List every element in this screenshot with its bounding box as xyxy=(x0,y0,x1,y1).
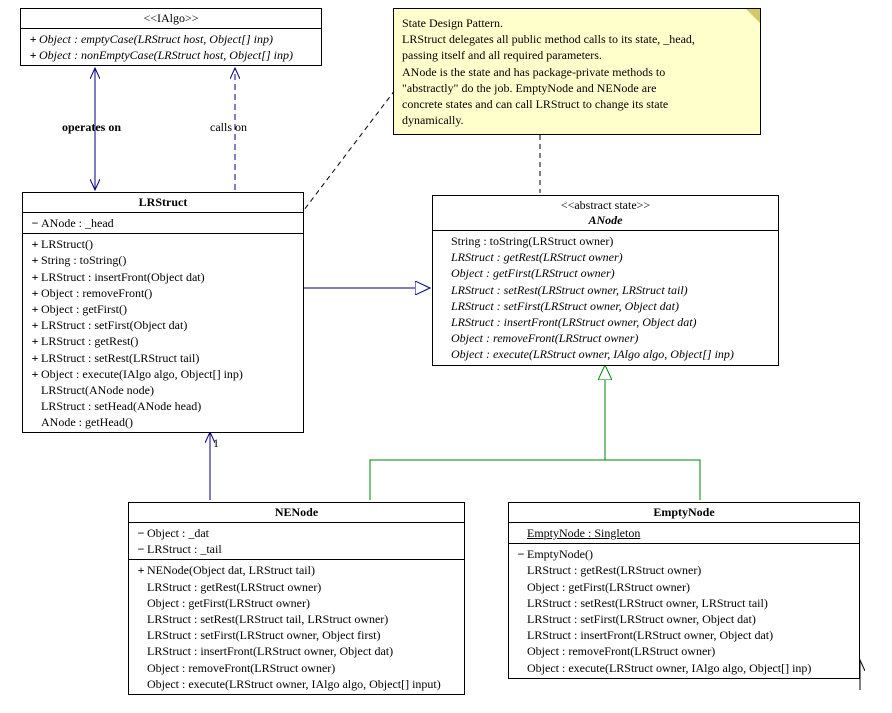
class-title: LRStruct xyxy=(23,193,303,213)
class-title: <<abstract state>> ANode xyxy=(433,196,778,231)
class-methods: +NENode(Object dat, LRStruct tail) LRStr… xyxy=(129,560,464,694)
note-state-pattern: State Design Pattern. LRStruct delegates… xyxy=(393,8,761,135)
note-line: dynamically. xyxy=(402,112,752,128)
class-title: EmptyNode xyxy=(509,503,859,523)
note-line: LRStruct delegates all public method cal… xyxy=(402,31,752,47)
class-title: NENode xyxy=(129,503,464,523)
class-attributes: −ANode : _head xyxy=(23,213,303,234)
note-line: passing itself and all required paramete… xyxy=(402,47,752,63)
class-methods: −EmptyNode() LRStruct : getRest(LRStruct… xyxy=(509,544,859,678)
note-line: ANode is the state and has package-priva… xyxy=(402,64,752,80)
class-emptynode: EmptyNode EmptyNode : Singleton −EmptyNo… xyxy=(508,502,860,679)
class-methods: +Object : emptyCase(LRStruct host, Objec… xyxy=(21,29,321,65)
class-ialgo: <<IAlgo>> +Object : emptyCase(LRStruct h… xyxy=(20,8,322,66)
class-title: <<IAlgo>> xyxy=(21,9,321,29)
class-nenode: NENode −Object : _dat −LRStruct : _tail … xyxy=(128,502,465,695)
multiplicity-one: 1 xyxy=(213,436,219,451)
class-attributes: −Object : _dat −LRStruct : _tail xyxy=(129,523,464,560)
label-operates-on: operates on xyxy=(62,120,121,135)
class-attributes: EmptyNode : Singleton xyxy=(509,523,859,544)
note-line: concrete states and can call LRStruct to… xyxy=(402,96,752,112)
class-anode: <<abstract state>> ANode String : toStri… xyxy=(432,195,779,366)
class-methods: String : toString(LRStruct owner) LRStru… xyxy=(433,231,778,365)
note-line: "abstractly" do the job. EmptyNode and N… xyxy=(402,80,752,96)
class-lrstruct: LRStruct −ANode : _head +LRStruct() +Str… xyxy=(22,192,304,433)
label-calls-on: calls on xyxy=(210,120,247,135)
note-line: State Design Pattern. xyxy=(402,15,752,31)
class-methods: +LRStruct() +String : toString() +LRStru… xyxy=(23,234,303,432)
